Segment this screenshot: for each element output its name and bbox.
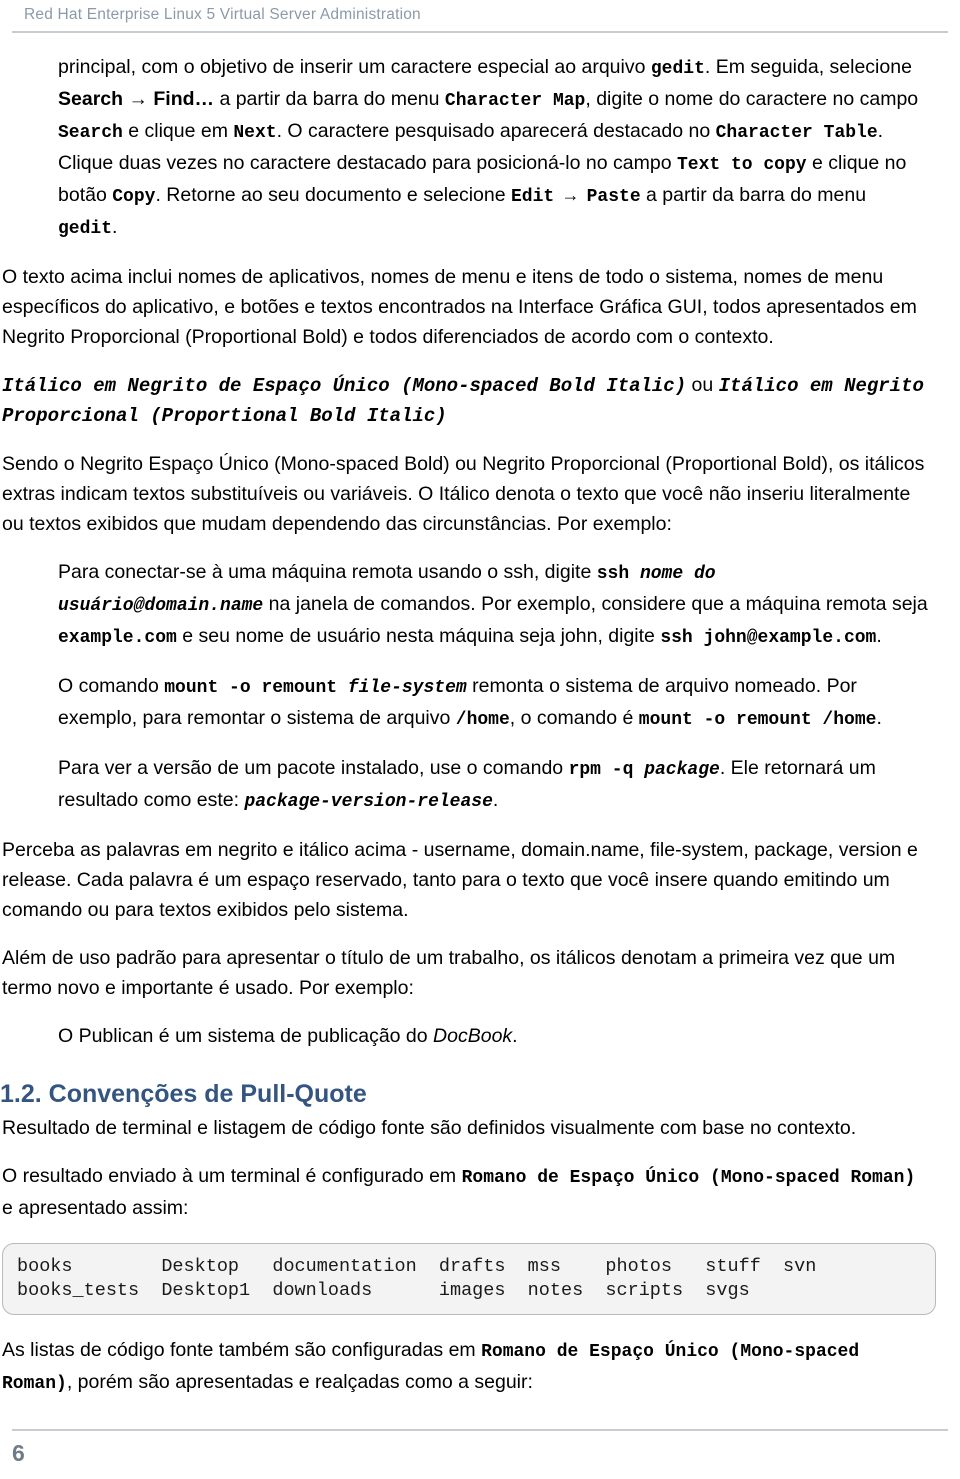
ssh-seg3: e seu nome de usuário nesta máquina seja…	[176, 625, 661, 647]
terminal-output-block: books Desktop documentation drafts mss p…	[2, 1243, 936, 1315]
p1-text-to-copy: Text to copy	[676, 155, 807, 175]
p1-seg1: principal, com o objetivo de inserir um …	[58, 56, 651, 78]
p1-copy-button: Copy	[112, 187, 156, 207]
lead-seg2: e apresentado assim:	[2, 1197, 189, 1219]
emphasis-mono-bold-italic: Itálico em Negrito de Espaço Único (Mono…	[2, 375, 687, 397]
section-heading-pull-quote: 1.2. Convenções de Pull-Quote	[0, 1080, 367, 1108]
mount-command: mount -o remount	[164, 678, 348, 698]
mount-home-path: /home	[455, 710, 510, 730]
mount-command-full: mount -o remount /home	[638, 710, 877, 730]
paragraph-source-listing-lead: As listas de código fonte também são con…	[2, 1335, 930, 1399]
ssh-seg1: Para conectar-se à uma máquina remota us…	[58, 561, 597, 583]
trailing-seg1: As listas de código fonte também são con…	[2, 1339, 482, 1361]
p1-character-table: Character Table	[715, 123, 878, 143]
p1-seg2: . Em seguida, selecione	[704, 56, 912, 78]
paragraph-new-terms: Além de uso padrão para apresentar o tít…	[2, 947, 896, 999]
p1-character-map: Character Map	[444, 91, 586, 111]
lead-mono-roman: Romano de Espaço Único (Mono-spaced Roma…	[461, 1168, 916, 1188]
footer-divider	[12, 1429, 948, 1431]
mount-seg4: .	[876, 707, 882, 729]
mount-filesystem-placeholder: file-system	[347, 678, 467, 698]
p1-seg5: e clique em	[122, 120, 234, 142]
example-ssh: Para conectar-se à uma máquina remota us…	[58, 557, 928, 653]
rpm-result-placeholder: package-version-release	[244, 792, 493, 812]
p1-gedit-1: gedit	[650, 59, 705, 79]
emphasis-connector: ou	[686, 374, 719, 396]
p1-seg4: , digite o nome do caractere no campo	[585, 88, 919, 110]
terminal-output-text: books Desktop documentation drafts mss p…	[17, 1256, 817, 1301]
trailing-seg2: , porém são apresentadas e realçadas com…	[66, 1371, 533, 1393]
section-intro: Resultado de terminal e listagem de códi…	[2, 1117, 857, 1139]
p1-edit-paste-menu: Edit → Paste	[511, 187, 641, 207]
rpm-seg3: .	[492, 789, 499, 811]
ssh-seg4: .	[876, 625, 882, 647]
ssh-command: ssh	[596, 564, 640, 584]
publican-seg1: O Publican é um sistema de publicação do	[58, 1025, 434, 1047]
rpm-command: rpm -q	[568, 760, 645, 780]
mount-seg3: , o comando é	[509, 707, 639, 729]
ssh-example-host: example.com	[58, 628, 177, 648]
p1-search-find-menu: Search → Find…	[58, 88, 215, 110]
example-rpm: Para ver a versão de um pacote instalado…	[58, 753, 928, 817]
mount-seg1: O comando	[58, 675, 165, 697]
page-content: principal, com o objetivo de inserir um …	[0, 52, 960, 1417]
publican-docbook-term: DocBook	[433, 1025, 513, 1047]
p1-seg10: a partir da barra do menu	[640, 184, 867, 206]
p1-gedit-2: gedit	[58, 219, 113, 239]
paragraph-character-map: principal, com o objetivo de inserir um …	[58, 52, 928, 244]
p1-seg3: a partir da barra do menu	[214, 88, 445, 110]
rpm-package-placeholder: package	[644, 760, 720, 780]
p1-seg9: . Retorne ao seu documento e selecione	[155, 184, 511, 206]
paragraph-proportional-bold: O texto acima inclui nomes de aplicativo…	[2, 266, 917, 348]
p1-search-field: Search	[58, 123, 123, 143]
publican-seg2: .	[512, 1025, 518, 1047]
example-publican: O Publican é um sistema de publicação do…	[58, 1021, 928, 1051]
book-title: Red Hat Enterprise Linux 5 Virtual Serve…	[24, 6, 421, 23]
p1-seg6: . O caractere pesquisado aparecerá desta…	[276, 120, 716, 142]
header-divider	[12, 31, 948, 33]
running-header: Red Hat Enterprise Linux 5 Virtual Serve…	[0, 0, 960, 40]
paragraph-terminal-output-lead: O resultado enviado à um terminal é conf…	[2, 1161, 930, 1223]
lead-seg1: O resultado enviado à um terminal é conf…	[2, 1165, 462, 1187]
example-mount: O comando mount -o remount file-system r…	[58, 671, 928, 735]
paragraph-italics-explanation: Sendo o Negrito Espaço Único (Mono-space…	[2, 453, 925, 535]
p1-seg11: .	[112, 216, 118, 238]
emphasis-bold-italic-line: Itálico em Negrito de Espaço Único (Mono…	[2, 370, 930, 431]
rpm-seg1: Para ver a versão de um pacote instalado…	[58, 757, 569, 779]
document-page: Red Hat Enterprise Linux 5 Virtual Serve…	[0, 0, 960, 1479]
ssh-command-full: ssh john@example.com	[660, 628, 877, 648]
p1-next-button: Next	[233, 123, 277, 143]
ssh-seg2: na janela de comandos. Por exemplo, cons…	[263, 593, 928, 615]
page-number: 6	[12, 1440, 25, 1466]
paragraph-placeholders: Perceba as palavras em negrito e itálico…	[2, 839, 918, 921]
